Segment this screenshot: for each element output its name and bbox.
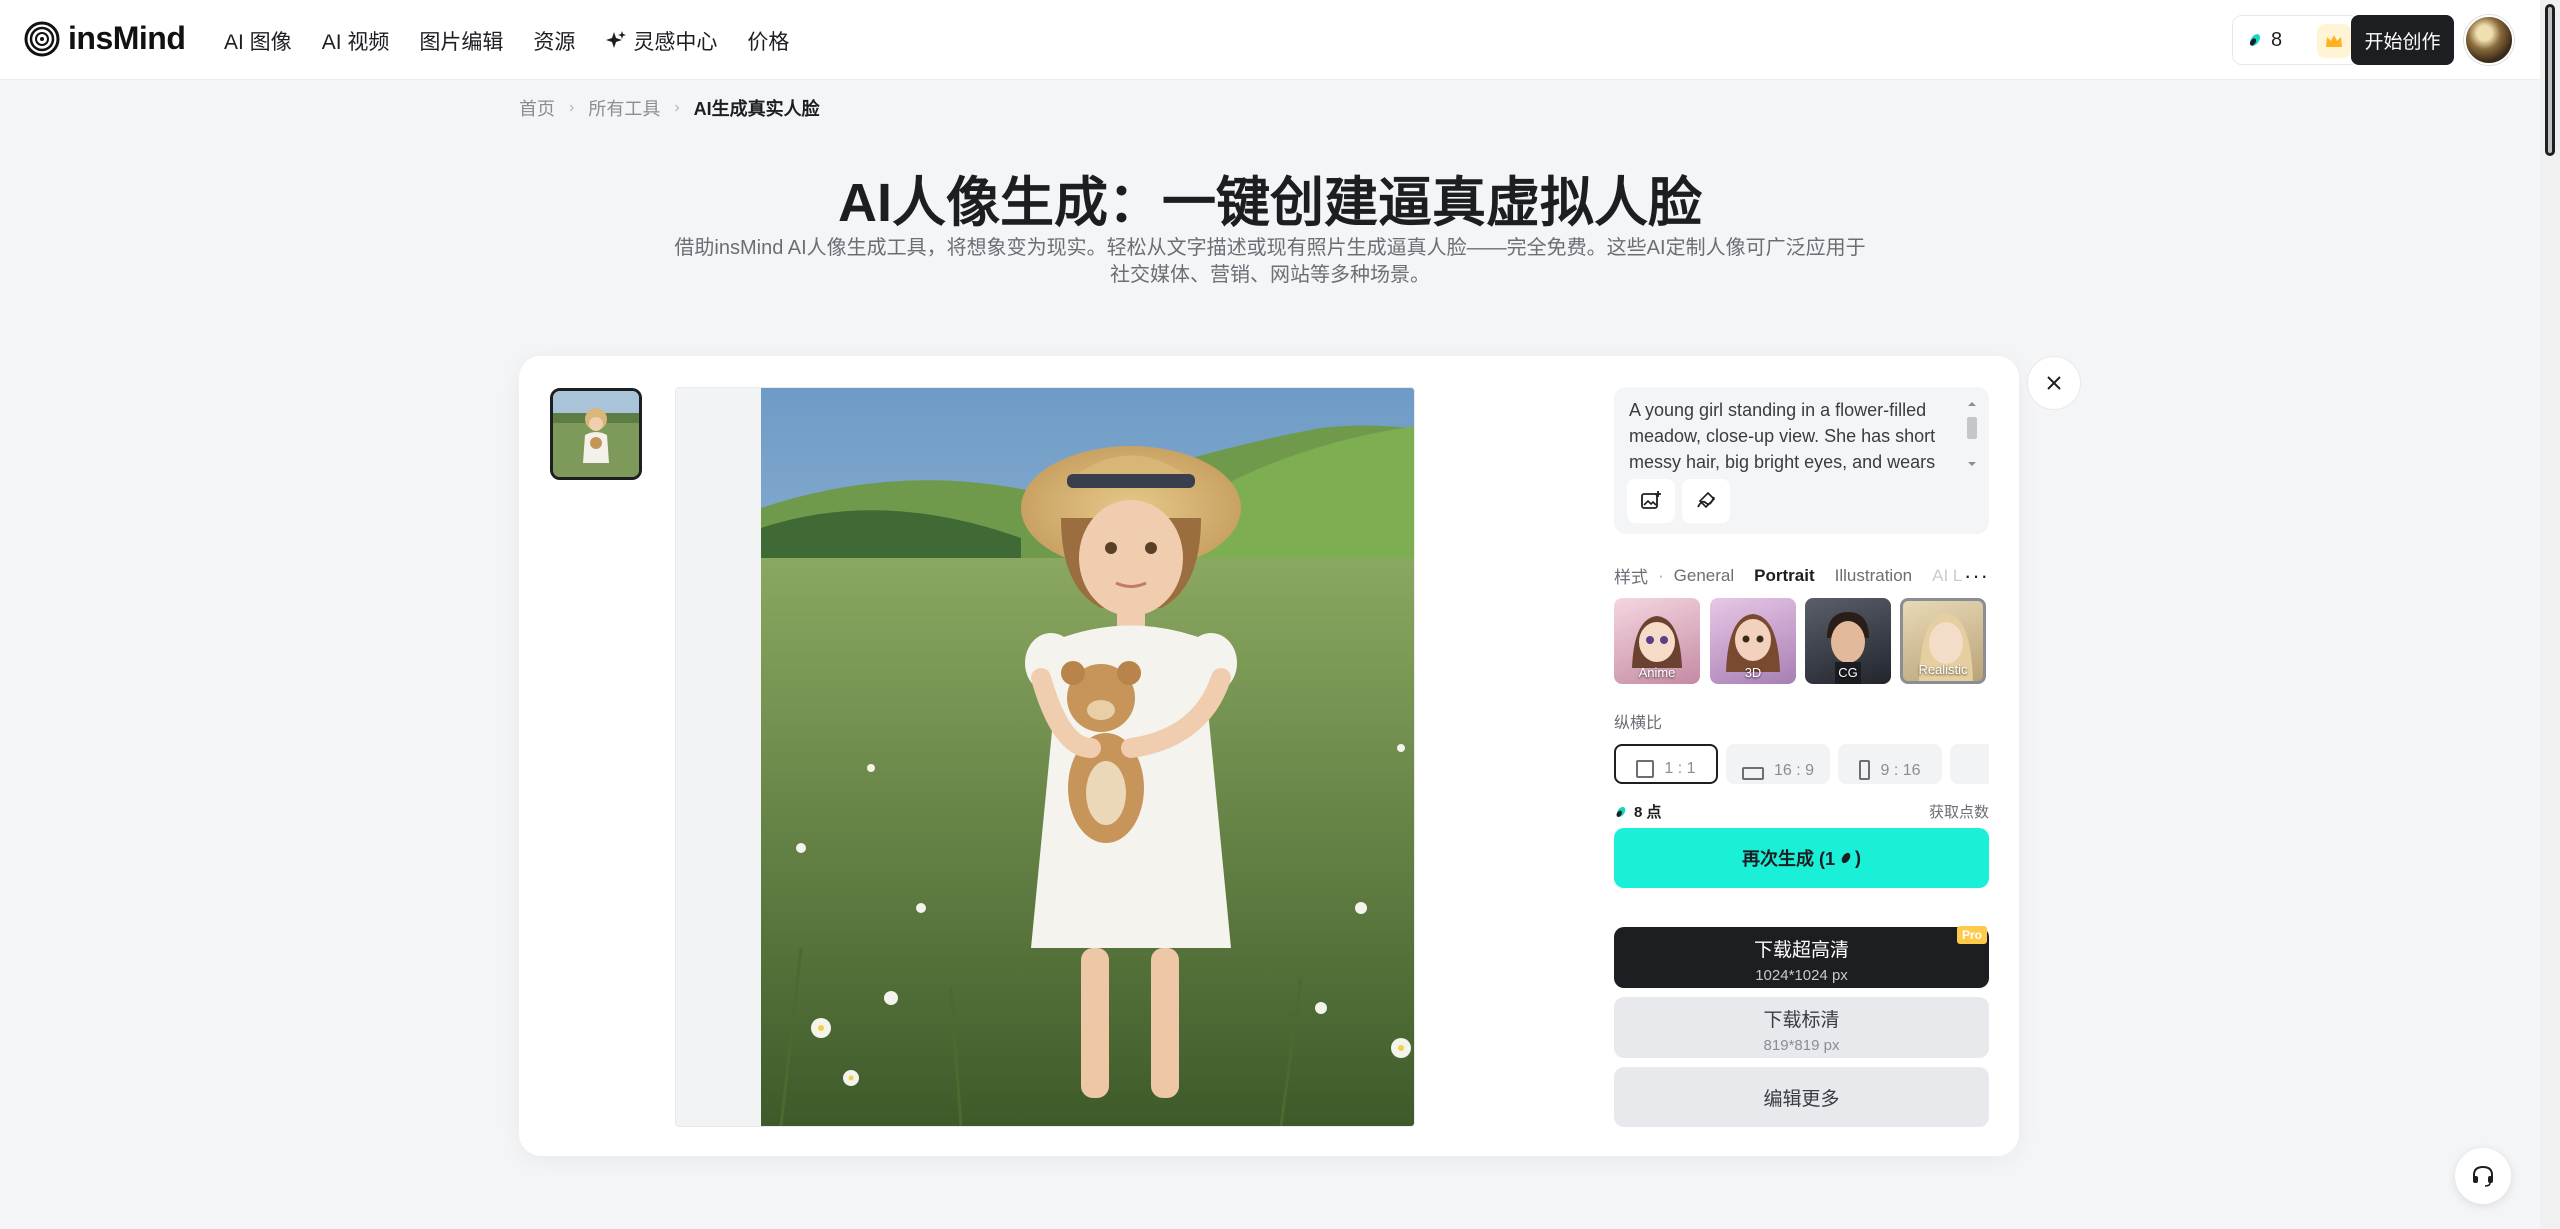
pro-badge: Pro xyxy=(1957,926,1987,944)
crown-icon xyxy=(2317,24,2351,58)
points-row: 8 点 获取点数 xyxy=(1614,801,1989,822)
style-tab-ai[interactable]: AI L xyxy=(1932,566,1962,586)
breadcrumb: 首页 › 所有工具 › AI生成真实人脸 xyxy=(519,95,820,121)
get-points-link[interactable]: 获取点数 xyxy=(1929,801,1989,822)
regenerate-label: 再次生成 (1 xyxy=(1741,849,1835,869)
image-preview-area xyxy=(675,387,1415,1127)
main-menu: AI 图像 AI 视频 图片编辑 资源 灵感中心 价格 xyxy=(224,26,789,56)
style-tab-portrait[interactable]: Portrait xyxy=(1754,566,1814,586)
style-card-label: Realistic xyxy=(1918,662,1968,677)
nav-ai-image[interactable]: AI 图像 xyxy=(224,26,292,56)
result-thumbnail[interactable] xyxy=(550,388,642,480)
logo-icon xyxy=(24,21,60,56)
scroll-up-icon[interactable] xyxy=(1965,399,1979,409)
breadcrumb-home[interactable]: 首页 xyxy=(519,95,555,121)
style-card-label: Anime xyxy=(1638,665,1676,680)
credits-count: 8 xyxy=(2271,28,2283,51)
close-icon xyxy=(2047,376,2061,390)
generated-image[interactable] xyxy=(761,388,1415,1126)
download-hd-label: 下载超高清 xyxy=(1753,940,1849,961)
ratio-label: 9 : 16 xyxy=(1880,762,1921,779)
ratio-9-16[interactable]: 9 : 16 xyxy=(1838,744,1942,784)
style-card-3d[interactable]: 3D xyxy=(1710,598,1796,684)
top-nav: insMind AI 图像 AI 视频 图片编辑 资源 灵感中心 价格 8 开始… xyxy=(0,0,2560,80)
regenerate-button[interactable]: 再次生成 (1 ) xyxy=(1614,828,1989,888)
scrollbar-thumb[interactable] xyxy=(2545,4,2555,156)
square-icon xyxy=(1636,760,1655,778)
close-button[interactable] xyxy=(2027,356,2081,410)
credits-badge[interactable]: 8 xyxy=(2232,15,2360,65)
credit-icon xyxy=(1841,852,1851,864)
nav-pricing[interactable]: 价格 xyxy=(747,26,789,56)
chevron-right-icon: › xyxy=(674,99,680,116)
style-card-realistic[interactable]: Realistic xyxy=(1900,598,1986,684)
ratio-label: 16 : 9 xyxy=(1773,762,1815,779)
edit-more-button[interactable]: 编辑更多 xyxy=(1614,1067,1989,1127)
portrait-icon xyxy=(1859,760,1871,780)
style-tab-general[interactable]: General xyxy=(1674,566,1734,586)
aspect-ratio-options: 1 : 1 16 : 9 9 : 16 xyxy=(1614,742,1989,784)
scroll-down-icon[interactable] xyxy=(1965,459,1979,469)
start-creating-button[interactable]: 开始创作 xyxy=(2351,15,2454,65)
style-card-cg[interactable]: CG xyxy=(1805,598,1891,684)
breadcrumb-tools[interactable]: 所有工具 xyxy=(588,95,660,121)
ratio-more[interactable] xyxy=(1950,744,1989,784)
add-image-button[interactable] xyxy=(1627,479,1675,523)
customer-support-button[interactable] xyxy=(2455,1148,2511,1204)
download-sd-label: 下载标清 xyxy=(1763,1010,1840,1031)
nav-ai-video[interactable]: AI 视频 xyxy=(322,26,390,56)
prompt-scrollbar[interactable] xyxy=(1965,399,1979,469)
sketch-button[interactable] xyxy=(1682,479,1730,523)
nav-inspiration[interactable]: 灵感中心 xyxy=(605,26,717,56)
download-sd-button[interactable]: 下载标清 819*819 px xyxy=(1614,997,1989,1058)
image-add-icon xyxy=(1641,491,1661,509)
nav-photo-edit[interactable]: 图片编辑 xyxy=(419,26,503,56)
chevron-right-icon: › xyxy=(569,99,575,116)
style-card-anime[interactable]: Anime xyxy=(1614,598,1700,684)
style-card-label: 3D xyxy=(1744,665,1762,680)
more-icon[interactable]: ··· xyxy=(1964,563,1989,589)
style-tabs: 样式 · General Portrait Illustration AI L … xyxy=(1614,563,1989,588)
page-scrollbar[interactable] xyxy=(2540,0,2560,1229)
ratio-16-9[interactable]: 16 : 9 xyxy=(1726,744,1830,784)
sparkle-icon xyxy=(606,31,627,48)
ratio-label: 1 : 1 xyxy=(1664,760,1696,777)
headset-icon xyxy=(2473,1165,2493,1187)
ratio-1-1[interactable]: 1 : 1 xyxy=(1614,744,1718,784)
style-card-label: CG xyxy=(1838,665,1858,680)
nav-inspiration-label: 灵感中心 xyxy=(633,31,718,54)
style-tab-illustration[interactable]: Illustration xyxy=(1835,566,1912,586)
credit-icon xyxy=(2249,34,2260,46)
download-sd-size: 819*819 px xyxy=(1763,1037,1840,1054)
user-avatar[interactable] xyxy=(2464,15,2514,65)
style-label: 样式 xyxy=(1614,568,1648,587)
landscape-icon xyxy=(1741,767,1764,780)
brand-name: insMind xyxy=(68,20,186,56)
page-description: 借助insMind AI人像生成工具，将想象变为现实。轻松从文字描述或现有照片生… xyxy=(674,237,1866,286)
brush-icon xyxy=(1697,491,1716,509)
prompt-box[interactable]: A young girl standing in a flower-filled… xyxy=(1614,387,1989,534)
download-hd-size: 1024*1024 px xyxy=(1755,967,1848,984)
prompt-input[interactable]: A young girl standing in a flower-filled… xyxy=(1629,397,1959,473)
style-cards: Anime 3D CG Realistic xyxy=(1614,598,1989,686)
nav-resources[interactable]: 资源 xyxy=(533,26,575,56)
credit-icon xyxy=(1616,806,1626,817)
result-modal: A young girl standing in a flower-filled… xyxy=(519,356,2019,1156)
aspect-ratio-label: 纵横比 xyxy=(1614,715,1663,732)
points-balance: 8 点 xyxy=(1634,804,1662,821)
breadcrumb-current: AI生成真实人脸 xyxy=(693,99,820,119)
download-hd-button[interactable]: Pro 下载超高清 1024*1024 px xyxy=(1614,926,1989,988)
prompt-scroll-thumb[interactable] xyxy=(1967,417,1977,439)
page-title: AI人像生成：一键创建逼真虚拟人脸 xyxy=(838,173,1702,233)
logo[interactable]: insMind xyxy=(24,20,186,57)
